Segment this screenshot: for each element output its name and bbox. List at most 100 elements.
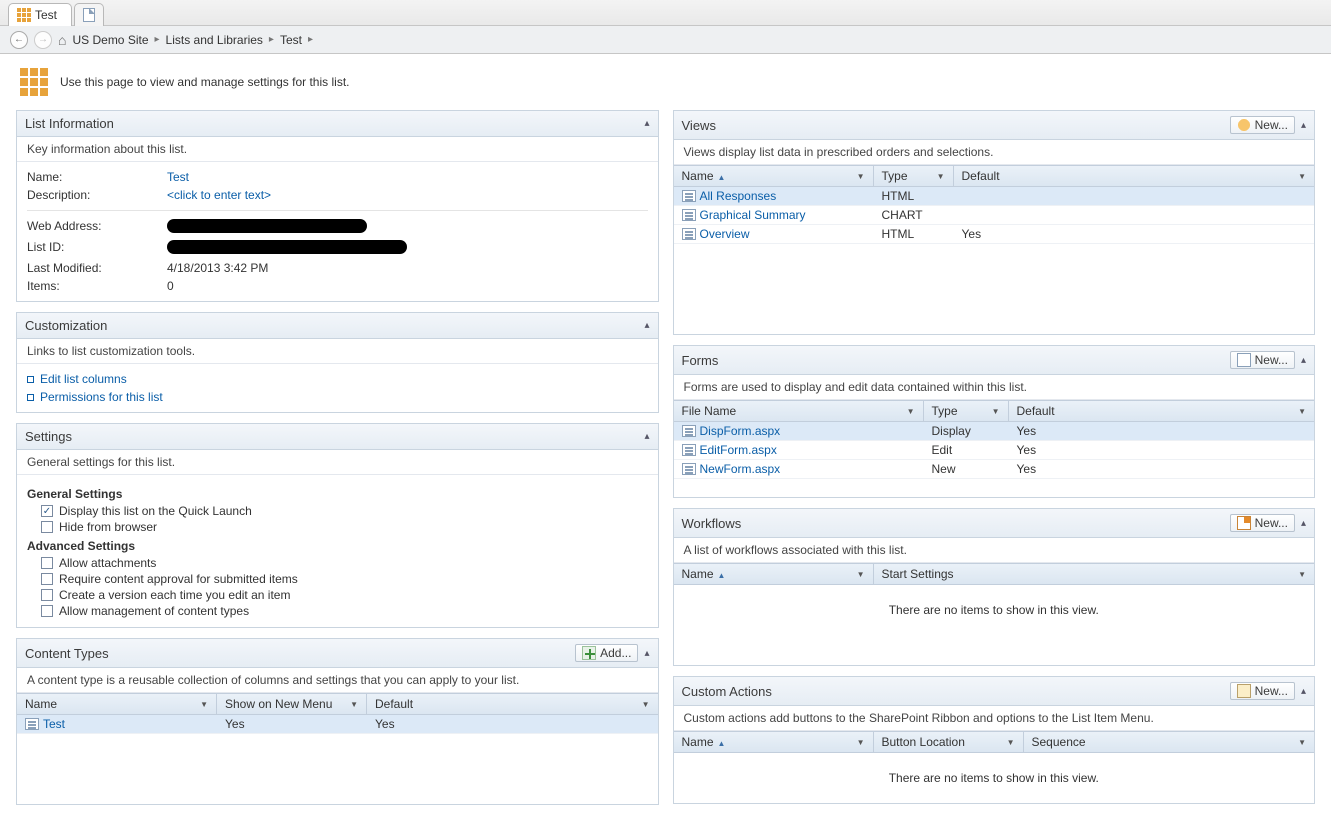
table-row[interactable]: Overview HTML Yes (674, 225, 1315, 244)
col-show[interactable]: Show on New Menu▼ (217, 694, 367, 714)
collapse-icon[interactable]: ▴ (1301, 686, 1306, 697)
custom-action-icon (1237, 684, 1251, 698)
panel-title: Forms (682, 353, 719, 368)
checkbox-icon (41, 605, 53, 617)
opt-content-types[interactable]: Allow management of content types (27, 603, 648, 619)
cell-text: Test (43, 717, 65, 731)
bc-site[interactable]: US Demo Site (72, 33, 148, 47)
add-button[interactable]: Add... (575, 644, 638, 662)
value-description[interactable]: <click to enter text> (167, 188, 648, 202)
new-workflow-button[interactable]: New... (1230, 514, 1295, 532)
cell-file[interactable]: EditForm.aspx (674, 441, 924, 459)
value-name[interactable]: Test (167, 170, 648, 184)
nav-back[interactable]: ← (10, 31, 28, 49)
cell-name[interactable]: All Responses (674, 187, 874, 205)
cell-name[interactable]: Graphical Summary (674, 206, 874, 224)
panel-desc: Views display list data in prescribed or… (674, 140, 1315, 165)
new-view-button[interactable]: New... (1230, 116, 1295, 134)
collapse-icon[interactable]: ▴ (1301, 120, 1306, 131)
bc-current[interactable]: Test (280, 33, 302, 47)
dropdown-icon: ▼ (642, 700, 650, 709)
table-row[interactable]: Graphical Summary CHART (674, 206, 1315, 225)
table-row[interactable]: Test Yes Yes (17, 715, 658, 734)
opt-versioning[interactable]: Create a version each time you edit an i… (27, 587, 648, 603)
tab-test[interactable]: Test (8, 3, 72, 26)
cell-text: Overview (700, 227, 750, 241)
cell-name[interactable]: Test (17, 715, 217, 733)
cell-type: CHART (874, 206, 954, 224)
col-default[interactable]: Default▼ (367, 694, 658, 714)
panel-title: Settings (25, 429, 72, 444)
dropdown-icon: ▼ (1298, 570, 1306, 579)
panel-workflows: Workflows New... ▴ A list of workflows a… (673, 508, 1316, 666)
col-label: Start Settings (882, 567, 954, 581)
opt-approval[interactable]: Require content approval for submitted i… (27, 571, 648, 587)
cell-text: DispForm.aspx (700, 424, 781, 438)
checkbox-icon (41, 573, 53, 585)
col-type[interactable]: Type▼ (924, 401, 1009, 421)
cell-name[interactable]: Overview (674, 225, 874, 243)
col-default[interactable]: Default▼ (1009, 401, 1315, 421)
panel-desc: Forms are used to display and edit data … (674, 375, 1315, 400)
collapse-icon[interactable]: ▴ (1301, 355, 1306, 366)
home-icon[interactable]: ⌂ (58, 32, 66, 48)
collapse-icon[interactable]: ▴ (644, 431, 649, 442)
col-name[interactable]: Name▲▼ (674, 564, 874, 584)
panel-desc: A list of workflows associated with this… (674, 538, 1315, 563)
collapse-icon[interactable]: ▴ (644, 118, 649, 129)
cell-file[interactable]: DispForm.aspx (674, 422, 924, 440)
col-start[interactable]: Start Settings ▼ (874, 564, 1315, 584)
opt-label: Allow attachments (59, 556, 156, 570)
collapse-icon[interactable]: ▴ (644, 320, 649, 331)
label-items: Items: (27, 279, 167, 293)
panel-views: Views New... ▴ Views display list data i… (673, 110, 1316, 335)
bc-lists[interactable]: Lists and Libraries (166, 33, 263, 47)
col-sequence[interactable]: Sequence▼ (1024, 732, 1315, 752)
col-name[interactable]: Name▲▼ (674, 166, 874, 186)
col-name[interactable]: Name▼ (17, 694, 217, 714)
col-file[interactable]: File Name▼ (674, 401, 924, 421)
value-items: 0 (167, 279, 648, 293)
table-row[interactable]: All Responses HTML (674, 187, 1315, 206)
label-description: Description: (27, 188, 167, 202)
col-label: Name (682, 169, 714, 183)
heading-advanced: Advanced Settings (27, 539, 648, 553)
cell-text: Graphical Summary (700, 208, 806, 222)
col-label: Show on New Menu (225, 697, 332, 711)
opt-hide-browser[interactable]: Hide from browser (27, 519, 648, 535)
cell-text: All Responses (700, 189, 777, 203)
bc-sep-icon: ▸ (155, 34, 160, 45)
cell-type: Edit (924, 441, 1009, 459)
link-edit-columns[interactable]: Edit list columns (27, 370, 648, 388)
collapse-icon[interactable]: ▴ (644, 648, 649, 659)
col-default[interactable]: Default▼ (954, 166, 1315, 186)
opt-label: Allow management of content types (59, 604, 249, 618)
col-type[interactable]: Type▼ (874, 166, 954, 186)
panel-desc: Links to list customization tools. (17, 339, 658, 364)
collapse-icon[interactable]: ▴ (1301, 518, 1306, 529)
workflow-icon (1237, 516, 1251, 530)
view-icon (682, 209, 696, 221)
cell-default (954, 206, 970, 224)
opt-quick-launch[interactable]: ✓Display this list on the Quick Launch (27, 503, 648, 519)
new-custom-action-button[interactable]: New... (1230, 682, 1295, 700)
panel-customization: Customization ▴ Links to list customizat… (16, 312, 659, 413)
link-permissions[interactable]: Permissions for this list (27, 388, 648, 406)
table-row[interactable]: EditForm.aspx Edit Yes (674, 441, 1315, 460)
view-icon (682, 228, 696, 240)
opt-label: Hide from browser (59, 520, 157, 534)
nav-forward[interactable]: → (34, 31, 52, 49)
table-row[interactable]: NewForm.aspx New Yes (674, 460, 1315, 479)
col-name[interactable]: Name▲▼ (674, 732, 874, 752)
tab-new[interactable] (74, 3, 104, 26)
col-label: Name (682, 735, 714, 749)
cell-file[interactable]: NewForm.aspx (674, 460, 924, 478)
dropdown-icon: ▼ (937, 172, 945, 181)
col-location[interactable]: Button Location▼ (874, 732, 1024, 752)
cell-show: Yes (217, 715, 367, 733)
new-form-button[interactable]: New... (1230, 351, 1295, 369)
table-row[interactable]: DispForm.aspx Display Yes (674, 422, 1315, 441)
page-icon (83, 8, 95, 22)
opt-attachments[interactable]: Allow attachments (27, 555, 648, 571)
empty-message: There are no items to show in this view. (674, 753, 1315, 803)
